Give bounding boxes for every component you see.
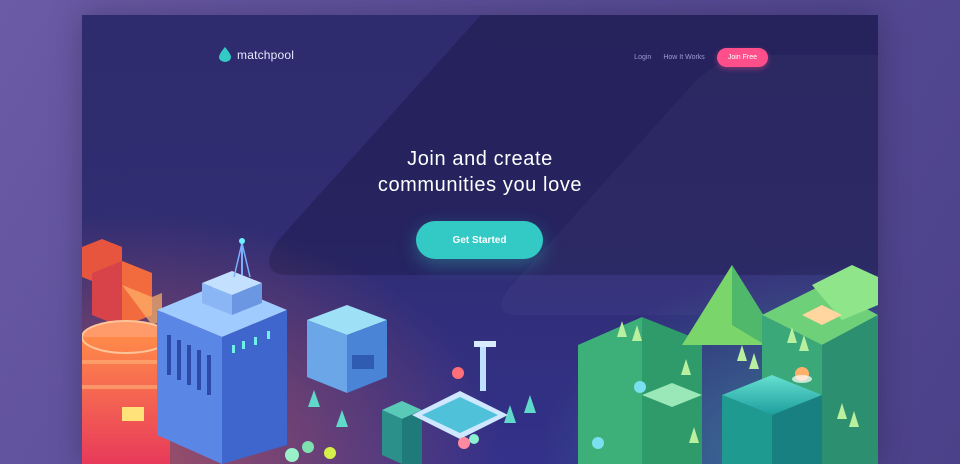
nav-how-it-works[interactable]: How It Works xyxy=(663,54,705,61)
cube-building xyxy=(307,305,387,393)
logo[interactable]: matchpool xyxy=(219,47,294,62)
cylinder-building xyxy=(82,320,171,464)
join-free-button[interactable]: Join Free xyxy=(716,48,768,67)
hero-headline: Join and create communities you love xyxy=(82,146,878,198)
water-drop-icon xyxy=(219,47,231,62)
nav-login[interactable]: Login xyxy=(634,54,651,61)
logo-text: matchpool xyxy=(237,47,295,62)
hero-line-2: communities you love xyxy=(377,174,583,196)
hero-line-1: Join and create xyxy=(407,148,553,170)
landing-page-frame: matchpool Login How It Works Join Free J… xyxy=(82,15,878,464)
top-nav: Login How It Works Join Free xyxy=(634,48,768,67)
teal-block xyxy=(382,401,422,464)
get-started-button[interactable]: Get Started xyxy=(416,221,543,259)
